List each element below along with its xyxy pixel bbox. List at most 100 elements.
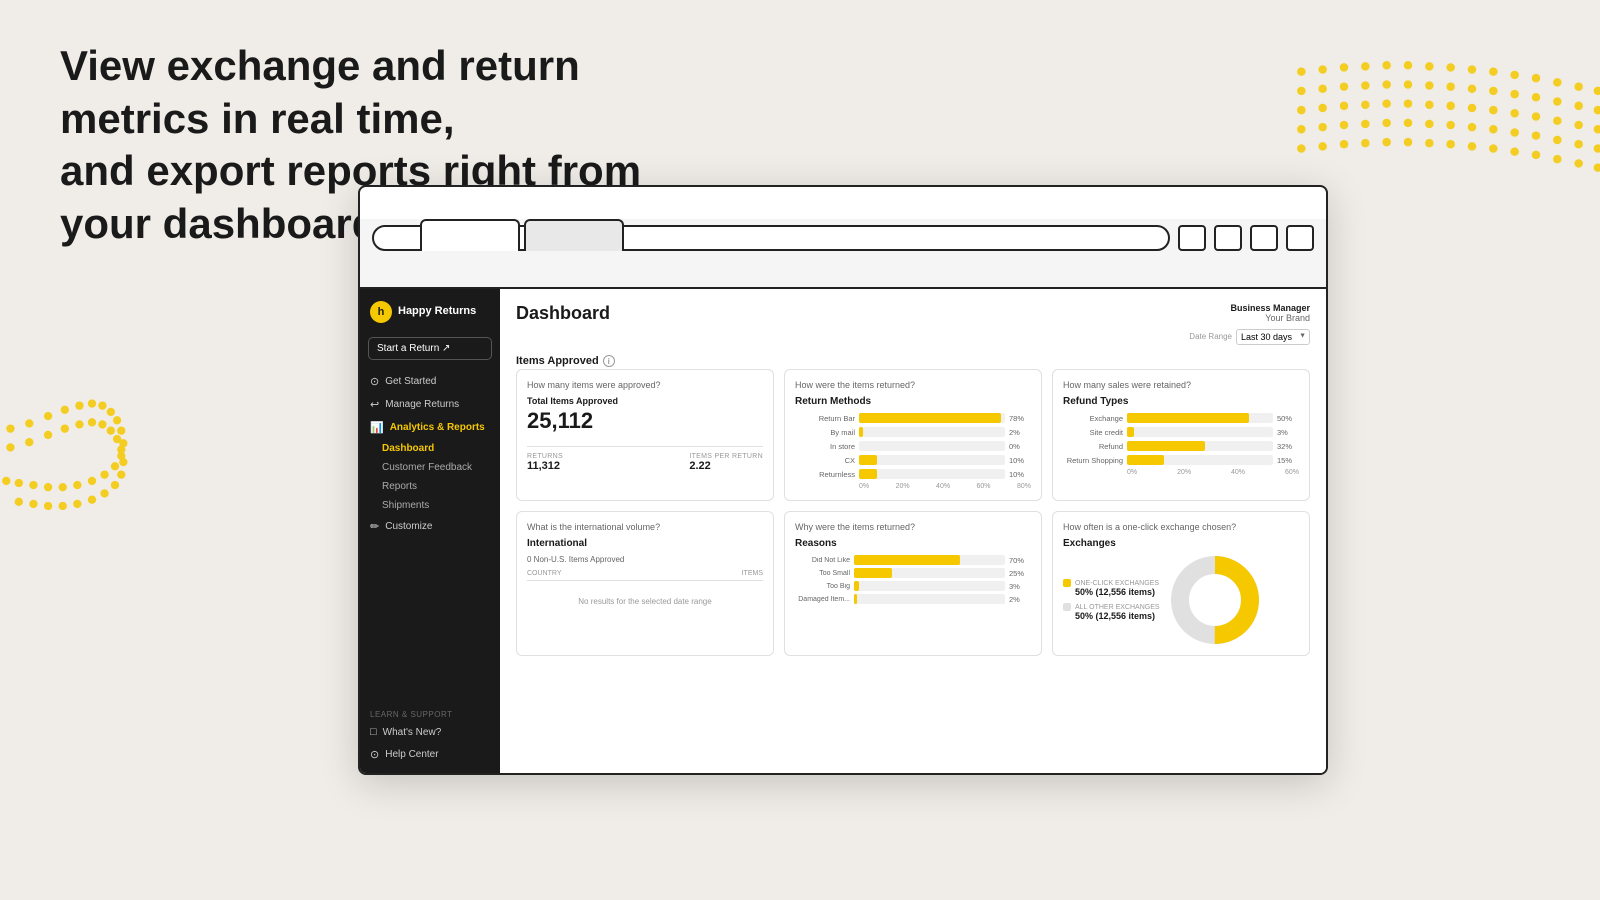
reasons-bars: Did Not Like 70% Too Small 25% Too Big 3… [795,555,1031,604]
legend-other-row: ALL OTHER EXCHANGES [1063,603,1160,611]
sidebar-submenu-shipments[interactable]: Shipments [360,496,500,515]
bar-label: In store [795,442,855,451]
donut-legend: ONE-CLICK EXCHANGES 50% (12,556 items) A… [1063,579,1160,621]
browser-tab-2[interactable] [524,219,624,251]
card-items-approved: How many items were approved? Total Item… [516,369,774,501]
reasons-chart-title: Reasons [795,538,1031,549]
cards-row-2: What is the international volume? Intern… [516,511,1310,656]
items-approved-info-icon: i [603,355,615,367]
sidebar-submenu-dashboard[interactable]: Dashboard [360,439,500,458]
legend-one-click: ONE-CLICK EXCHANGES 50% (12,556 items) [1063,579,1160,597]
bar-label: Exchange [1063,414,1123,423]
bar-row: Site credit 3% [1063,427,1299,437]
items-footer: RETURNS 11,312 ITEMS PER RETURN 2.22 [527,446,763,472]
returns-item: RETURNS 11,312 [527,453,563,472]
bar-label: Returnless [795,470,855,479]
reason-bar-fill [854,568,892,578]
sidebar-item-manage-returns[interactable]: ↩ Manage Returns [360,393,500,416]
bar-row: In store 0% [795,441,1031,451]
sidebar-item-help-center[interactable]: ⊙ Help Center [360,743,500,766]
bar-fill [1127,441,1205,451]
bar-row: Return Bar 78% [795,413,1031,423]
date-range-wrapper[interactable]: Last 30 days [1236,327,1310,345]
reason-bar-track [854,594,1005,604]
business-manager: Business Manager [1189,303,1310,313]
date-range-select[interactable]: Last 30 days [1236,329,1310,345]
deco-left [0,360,230,560]
browser-btn-4[interactable] [1286,225,1314,251]
legend-dot-one-click [1063,579,1071,587]
bar-track [859,441,1005,451]
reason-bar-row: Did Not Like 70% [795,555,1031,565]
reason-bar-track [854,581,1005,591]
sidebar-item-analytics-reports[interactable]: 📊 Analytics & Reports [360,416,500,439]
card-return-methods: How were the items returned? Return Meth… [784,369,1042,501]
refund-types-chart-title: Refund Types [1063,396,1299,407]
learn-support-label: LEARN & SUPPORT [360,702,500,721]
bar-row: CX 10% [795,455,1031,465]
dashboard-label: Dashboard [382,443,434,454]
sidebar-item-get-started[interactable]: ⊙ Get Started [360,370,500,393]
bar-fill [859,469,877,479]
bar-row: Refund 32% [1063,441,1299,451]
main-header: Dashboard Business Manager Your Brand Da… [516,303,1310,345]
card-refund-types: How many sales were retained? Refund Typ… [1052,369,1310,501]
intl-col-country: COUNTRY [527,570,561,577]
reports-label: Reports [382,481,417,492]
browser-btn-3[interactable] [1250,225,1278,251]
legend-other-exchanges: ALL OTHER EXCHANGES 50% (12,556 items) [1063,603,1160,621]
bar-pct: 15% [1277,456,1299,465]
start-return-button[interactable]: Start a Return ↗ [368,337,492,360]
customize-icon: ✏ [370,520,379,533]
main-content: Dashboard Business Manager Your Brand Da… [500,289,1326,775]
browser-chrome [360,219,1326,289]
customize-label: Customize [385,521,432,532]
reason-bar-pct: 25% [1009,569,1031,578]
total-items-label: Total Items Approved [527,396,763,406]
international-subtitle: 0 Non-U.S. Items Approved [527,555,763,564]
items-approved-section-header: Items Approved i [516,355,1310,367]
sidebar-submenu-customer-feedback[interactable]: Customer Feedback [360,458,500,477]
manage-returns-label: Manage Returns [385,399,459,410]
sidebar-item-customize[interactable]: ✏ Customize [360,515,500,538]
reason-bar-row: Too Big 3% [795,581,1031,591]
sidebar-settings[interactable]: ⚙ Settings [360,766,500,775]
bar-track [859,469,1005,479]
browser-btn-2[interactable] [1214,225,1242,251]
bar-row: Return Shopping 15% [1063,455,1299,465]
refund-types-axis: 0% 20% 40% 60% [1063,469,1299,476]
manage-returns-icon: ↩ [370,398,379,411]
bar-label: Return Bar [795,414,855,423]
refund-types-bars: Exchange 50% Site credit 3% Refund 32% R… [1063,413,1299,465]
exchanges-chart-title: Exchanges [1063,538,1299,549]
date-range-label: Date Range [1189,332,1232,341]
bar-label: Refund [1063,442,1123,451]
sidebar-submenu-reports[interactable]: Reports [360,477,500,496]
sidebar-item-whats-new[interactable]: □ What's New? [360,721,500,743]
logo-icon: h [370,301,392,323]
reason-bar-pct: 2% [1009,595,1031,604]
returns-label: RETURNS [527,453,563,460]
sidebar: h Happy Returns Start a Return ↗ ⊙ Get S… [360,289,500,775]
logo-text: Happy Returns [398,305,476,318]
other-label: ALL OTHER EXCHANGES [1075,604,1160,611]
reason-label: Damaged Item... [795,596,850,603]
card-international: What is the international volume? Intern… [516,511,774,656]
bar-label: Return Shopping [1063,456,1123,465]
browser-tab-1[interactable] [420,219,520,251]
donut-chart [1170,555,1260,645]
get-started-label: Get Started [385,376,436,387]
bar-fill [859,413,1001,423]
bar-pct: 10% [1009,456,1031,465]
bar-fill [1127,413,1249,423]
bar-label: CX [795,456,855,465]
bar-pct: 3% [1277,428,1299,437]
whats-new-icon: □ [370,726,377,738]
browser-tabs [420,219,628,251]
intl-table-header: COUNTRY ITEMS [527,570,763,581]
browser-btn-1[interactable] [1178,225,1206,251]
bar-track [1127,427,1273,437]
browser-window: h Happy Returns Start a Return ↗ ⊙ Get S… [358,185,1328,775]
reason-bar-row: Too Small 25% [795,568,1031,578]
page-title: Dashboard [516,303,610,324]
